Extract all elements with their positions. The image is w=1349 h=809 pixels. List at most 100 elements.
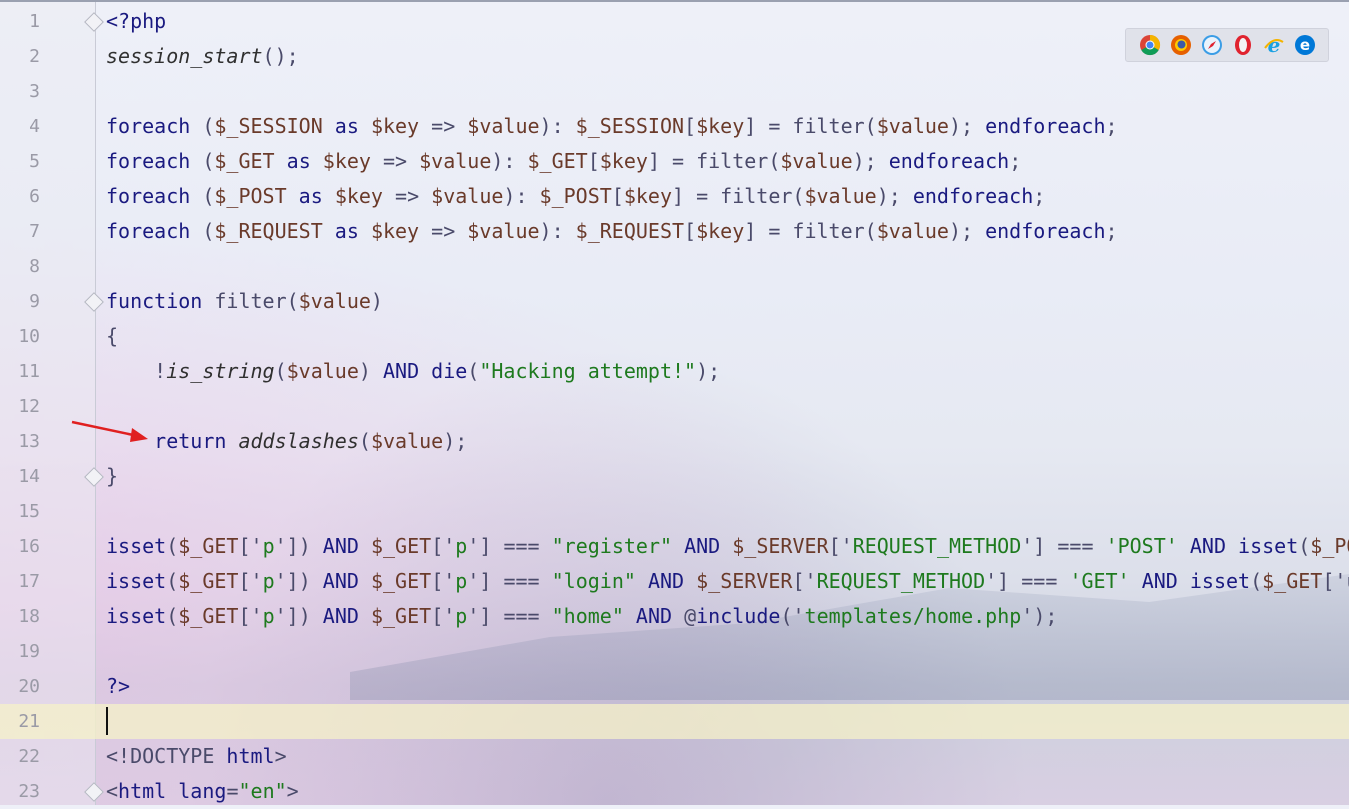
firefox-icon[interactable] xyxy=(1170,34,1192,56)
code-line[interactable]: 21 xyxy=(0,704,1349,739)
code-token: foreach xyxy=(106,219,191,243)
code-text[interactable]: foreach ($_GET as $key => $value): $_GET… xyxy=(106,144,1021,179)
code-token: ( xyxy=(358,429,371,453)
code-token: AND xyxy=(684,534,721,558)
code-token: ): xyxy=(503,184,540,208)
code-text[interactable]: <!DOCTYPE html> xyxy=(106,739,287,774)
code-line[interactable]: 12 xyxy=(0,389,1349,424)
code-line[interactable]: 13 return addslashes($value); xyxy=(0,424,1349,459)
code-line[interactable]: 9 function filter($value) xyxy=(0,284,1349,319)
code-token: ); xyxy=(443,429,468,453)
code-line[interactable]: 10 { xyxy=(0,319,1349,354)
code-token: $value xyxy=(876,219,949,243)
code-text[interactable]: <?php xyxy=(106,4,166,39)
code-text[interactable]: ?> xyxy=(106,669,130,704)
code-line[interactable]: 19 xyxy=(0,634,1349,669)
code-line[interactable]: 3 xyxy=(0,74,1349,109)
code-token: $_SESSION xyxy=(575,114,685,138)
code-line[interactable]: 4 foreach ($_SESSION as $key => $value): … xyxy=(0,109,1349,144)
code-text[interactable]: isset($_GET['p']) AND $_GET['p'] === "ho… xyxy=(106,599,1057,634)
code-token: $key xyxy=(623,184,672,208)
code-token: ( xyxy=(166,569,179,593)
code-token: "en" xyxy=(238,779,287,803)
code-line[interactable]: 20 ?> xyxy=(0,669,1349,704)
code-token: '] === xyxy=(467,534,552,558)
code-token: foreach xyxy=(106,149,191,173)
code-token: $key xyxy=(322,149,371,173)
code-text[interactable]: { xyxy=(106,319,118,354)
code-token: < xyxy=(106,779,119,803)
code-token: $key xyxy=(696,114,745,138)
code-token: '] === xyxy=(985,569,1070,593)
line-number: 15 xyxy=(18,501,40,522)
ie-icon[interactable]: e xyxy=(1263,34,1285,56)
code-token: isset xyxy=(106,604,167,628)
code-token: > xyxy=(286,779,299,803)
code-token: ! xyxy=(106,359,167,383)
code-token: p xyxy=(262,534,275,558)
safari-icon[interactable] xyxy=(1201,34,1223,56)
code-token: addslashes xyxy=(238,429,359,453)
code-line[interactable]: 7 foreach ($_REQUEST as $key => $value): … xyxy=(0,214,1349,249)
code-text[interactable]: !is_string($value) AND die("Hacking atte… xyxy=(106,354,720,389)
code-token: $_POST xyxy=(539,184,612,208)
chrome-icon[interactable] xyxy=(1139,34,1161,56)
code-token: filter( xyxy=(202,289,299,313)
code-token: ): xyxy=(491,149,528,173)
code-text[interactable]: foreach ($_POST as $key => $value): $_PO… xyxy=(106,179,1045,214)
code-token: endforeach xyxy=(888,149,1010,173)
code-token: "register" xyxy=(551,534,673,558)
code-token: ( xyxy=(166,604,179,628)
code-line[interactable]: 14} xyxy=(0,459,1349,494)
code-text[interactable]: session_start(); xyxy=(106,39,299,74)
code-token: '] === xyxy=(467,604,552,628)
code-text[interactable]: return addslashes($value); xyxy=(106,424,467,459)
code-token: $value xyxy=(467,219,540,243)
code-token: 'GET' xyxy=(1069,569,1130,593)
code-text[interactable]: isset($_GET['p']) AND $_GET['p'] === "lo… xyxy=(106,564,1349,599)
code-line[interactable]: 15 xyxy=(0,494,1349,529)
code-line[interactable]: 22 <!DOCTYPE html> xyxy=(0,739,1349,774)
code-line[interactable]: 16 isset($_GET['p']) AND $_GET['p'] === "… xyxy=(0,529,1349,564)
fold-marker-icon[interactable] xyxy=(84,467,104,487)
line-number: 21 xyxy=(18,711,40,732)
fold-marker-icon[interactable] xyxy=(84,782,104,802)
code-token: $_GET xyxy=(527,149,588,173)
code-token: ) xyxy=(358,359,383,383)
code-token: ( xyxy=(274,359,287,383)
code-text[interactable]: isset($_GET['p']) AND $_GET['p'] === "re… xyxy=(106,529,1349,564)
code-line[interactable]: 17 isset($_GET['p']) AND $_GET['p'] === "… xyxy=(0,564,1349,599)
fold-marker-icon[interactable] xyxy=(84,12,104,32)
code-token: $value xyxy=(298,289,371,313)
opera-icon[interactable] xyxy=(1232,34,1254,56)
code-token: session_start xyxy=(106,44,263,68)
code-line[interactable]: 6 foreach ($_POST as $key => $value): $_P… xyxy=(0,179,1349,214)
code-text[interactable]: foreach ($_REQUEST as $key => $value): $… xyxy=(106,214,1118,249)
code-line[interactable]: 11 !is_string($value) AND die("Hacking a… xyxy=(0,354,1349,389)
code-token: ( xyxy=(190,219,215,243)
code-token: [ xyxy=(611,184,624,208)
code-line[interactable]: 8 xyxy=(0,249,1349,284)
code-token: $_GET xyxy=(370,569,432,593)
code-token: ( xyxy=(1298,534,1311,558)
code-text[interactable]: } xyxy=(106,459,118,494)
code-token: AND xyxy=(1189,534,1226,558)
code-token: include xyxy=(696,604,781,628)
fold-marker-icon[interactable] xyxy=(84,292,104,312)
edge-icon[interactable]: e xyxy=(1294,34,1316,56)
code-line[interactable]: 5 foreach ($_GET as $key => $value): $_GE… xyxy=(0,144,1349,179)
code-token: [' xyxy=(431,569,456,593)
code-line[interactable]: 23 <html lang="en"> xyxy=(0,774,1349,809)
code-text[interactable]: foreach ($_SESSION as $key => $value): $… xyxy=(106,109,1118,144)
code-text[interactable]: <html lang="en"> xyxy=(106,774,299,809)
code-line[interactable]: 18 isset($_GET['p']) AND $_GET['p'] === "… xyxy=(0,599,1349,634)
code-token: ']) xyxy=(274,604,323,628)
code-token: ']) xyxy=(274,569,323,593)
code-text[interactable]: function filter($value) xyxy=(106,284,383,319)
code-token: AND xyxy=(647,569,685,593)
code-token: $_GET xyxy=(214,149,275,173)
